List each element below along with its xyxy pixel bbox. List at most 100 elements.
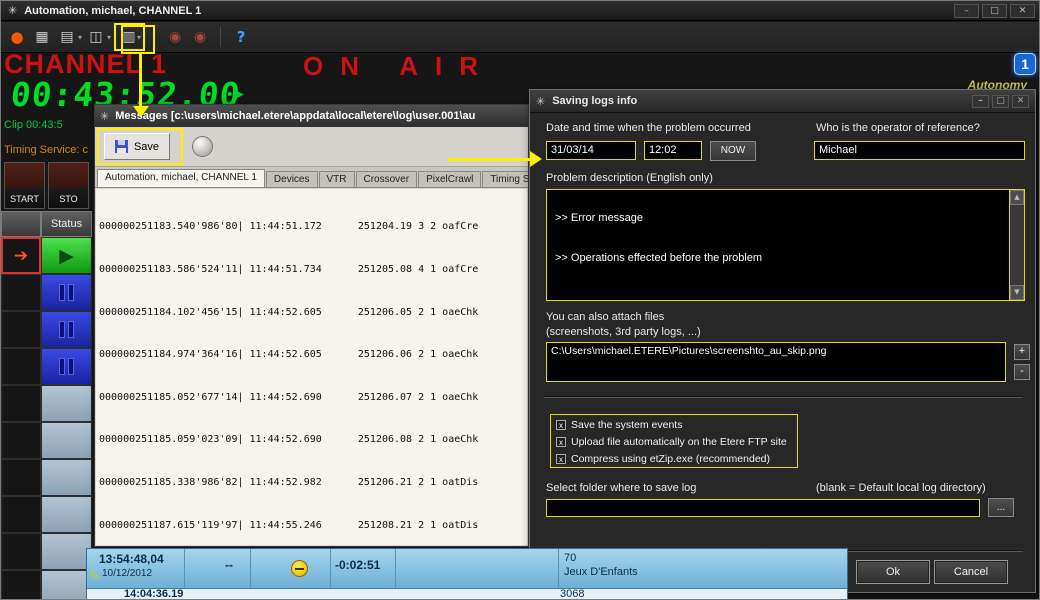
- clip-time-label: Clip 00:43:5: [4, 119, 63, 131]
- event-number: 3068: [560, 588, 584, 600]
- attach-sublabel: (screenshots, 3rd party logs, ...): [546, 326, 701, 338]
- log-line[interactable]: 000000251185.338'986'82| 11:44:52.982 25…: [99, 476, 527, 490]
- play-status-cell[interactable]: ▶: [41, 237, 92, 274]
- pause-status-cell[interactable]: [41, 348, 92, 385]
- table-row: [1, 570, 93, 600]
- messages-icon[interactable]: ▤: [56, 26, 78, 48]
- log-line[interactable]: 000000251184.974'364'16| 11:44:52.605 25…: [99, 348, 527, 362]
- pause-bar-icon: [59, 321, 65, 338]
- capture-camera-icon[interactable]: ◉: [164, 26, 186, 48]
- automation-main-window: ✳ Automation, michael, CHANNEL 1 – □ ✕ ●…: [0, 0, 1040, 600]
- tab-vtr[interactable]: VTR: [319, 171, 355, 187]
- log-line[interactable]: 000000251183.540'986'80| 11:44:51.172 25…: [99, 220, 527, 234]
- annotation-arrow-right-head: [530, 151, 542, 167]
- dialog-minimize-button[interactable]: –: [972, 95, 989, 108]
- toolbar-separator: [220, 27, 221, 47]
- help-icon[interactable]: ?: [230, 26, 252, 48]
- main-toolbar: ● ▦ ▤ ▾ ◫ ▾ ▥ ▾ ◉ ◉ ?: [1, 22, 1039, 53]
- position-arrow-icon: ➔: [14, 246, 28, 266]
- stop-button[interactable]: STO: [48, 162, 89, 209]
- ok-button[interactable]: Ok: [856, 560, 930, 584]
- log-line[interactable]: 000000251184.102'456'15| 11:44:52.605 25…: [99, 306, 527, 320]
- log-line[interactable]: 000000251183.586'524'11| 11:44:51.734 25…: [99, 263, 527, 277]
- status-table: Status ➔ ▶: [1, 211, 93, 600]
- empty-status-cell[interactable]: [41, 459, 92, 496]
- log-line[interactable]: 000000251185.059'023'09| 11:44:52.690 25…: [99, 433, 527, 447]
- event-date: 10/12/2012: [102, 568, 152, 579]
- annotation-arrow-down-line: [139, 54, 142, 106]
- chevron-down-icon[interactable]: ▾: [107, 33, 111, 42]
- tab-timing-service[interactable]: Timing Se: [482, 171, 528, 187]
- maximize-button[interactable]: □: [982, 4, 1007, 18]
- event-number: 70: [564, 552, 576, 564]
- description-scrollbar[interactable]: ▲ ▼: [1009, 190, 1024, 300]
- etere-logo-icon[interactable]: ●: [6, 26, 28, 48]
- save-system-events-checkbox[interactable]: x: [556, 420, 566, 430]
- folder-field[interactable]: [546, 499, 980, 517]
- record-camera-icon[interactable]: ◉: [189, 26, 211, 48]
- minimize-button[interactable]: –: [954, 4, 979, 18]
- clear-log-icon[interactable]: [192, 136, 213, 157]
- folder-label: Select folder where to save log: [546, 482, 696, 494]
- empty-status-cell[interactable]: [41, 570, 92, 600]
- dialog-titlebar[interactable]: ✳ Saving logs info – □ ✕: [530, 90, 1035, 113]
- now-button[interactable]: NOW: [710, 141, 756, 161]
- scroll-down-icon[interactable]: ▼: [1010, 285, 1024, 300]
- description-textarea[interactable]: >> Error message >> Operations effected …: [546, 189, 1025, 301]
- timing-service-label: Timing Service: c: [4, 144, 88, 156]
- table-row: [1, 348, 93, 385]
- pause-bar-icon: [59, 358, 65, 375]
- operator-field[interactable]: Michael: [814, 141, 1025, 160]
- add-file-button[interactable]: +: [1014, 344, 1030, 360]
- upload-ftp-checkbox[interactable]: x: [556, 437, 566, 447]
- compress-zip-checkbox[interactable]: x: [556, 454, 566, 464]
- log-line[interactable]: 000000251185.052'677'14| 11:44:52.690 25…: [99, 391, 527, 405]
- playlist-row[interactable]: 14:04:36.19 3068: [87, 589, 847, 600]
- log-line[interactable]: 000000251187.615'119'97| 11:44:55.246 25…: [99, 519, 527, 533]
- tab-pixelcrawl[interactable]: PixelCrawl: [418, 171, 481, 187]
- start-button[interactable]: START: [4, 162, 45, 209]
- main-titlebar: ✳ Automation, michael, CHANNEL 1 – □ ✕: [1, 1, 1039, 21]
- on-air-indicator: ON AIR: [303, 51, 495, 82]
- event-dash: --: [207, 558, 251, 572]
- checkbox-label: Compress using etZip.exe (recommended): [571, 453, 770, 465]
- checkbox-label: Upload file automatically on the Etere F…: [571, 436, 787, 448]
- playlist-row[interactable]: ✎ 13:54:48,04 10/12/2012 -- -0:02:51 70 …: [87, 549, 847, 589]
- empty-status-cell[interactable]: [41, 533, 92, 570]
- tab-crossover[interactable]: Crossover: [356, 171, 418, 187]
- options-group: x Save the system events x Upload file a…: [550, 414, 798, 468]
- empty-status-cell[interactable]: [41, 385, 92, 422]
- edit-cursor-icon: ✎: [89, 569, 100, 584]
- time-field[interactable]: 12:02: [644, 141, 702, 160]
- messages-window-title: Messages [c:\users\michael.etere\appdata…: [115, 110, 475, 122]
- app-logo-icon: ✳: [8, 4, 17, 17]
- event-time: 13:54:48,04: [99, 552, 164, 566]
- messages-app-icon: ✳: [100, 110, 109, 123]
- tab-automation-channel1[interactable]: Automation, michael, CHANNEL 1: [97, 169, 265, 187]
- notification-badge[interactable]: 1: [1014, 53, 1036, 75]
- browse-button[interactable]: ...: [988, 498, 1014, 517]
- remove-file-button[interactable]: -: [1014, 364, 1030, 380]
- pause-status-cell[interactable]: [41, 311, 92, 348]
- cancel-button[interactable]: Cancel: [934, 560, 1008, 584]
- dialog-close-button[interactable]: ✕: [1012, 95, 1029, 108]
- column-divider: [558, 549, 559, 588]
- attached-files-list[interactable]: C:\Users\michael.ETERE\Pictures\screensh…: [546, 342, 1006, 382]
- empty-status-cell[interactable]: [41, 496, 92, 533]
- date-field[interactable]: 31/03/14: [546, 141, 636, 160]
- attach-label: You can also attach files: [546, 311, 664, 323]
- chevron-down-icon[interactable]: ▾: [78, 33, 82, 42]
- scroll-up-icon[interactable]: ▲: [1010, 190, 1024, 205]
- close-button[interactable]: ✕: [1010, 4, 1035, 18]
- schedule-grid-icon[interactable]: ▦: [31, 26, 53, 48]
- playlist-icon[interactable]: ◫: [85, 26, 107, 48]
- dialog-title: Saving logs info: [552, 95, 637, 107]
- messages-titlebar[interactable]: ✳ Messages [c:\users\michael.etere\appda…: [95, 105, 528, 127]
- table-row: [1, 496, 93, 533]
- empty-status-cell[interactable]: [41, 422, 92, 459]
- status-column-header: Status: [41, 211, 92, 237]
- tab-devices[interactable]: Devices: [266, 171, 318, 187]
- pause-status-cell[interactable]: [41, 274, 92, 311]
- date-label: Date and time when the problem occurred: [546, 122, 751, 134]
- dialog-maximize-button[interactable]: □: [992, 95, 1009, 108]
